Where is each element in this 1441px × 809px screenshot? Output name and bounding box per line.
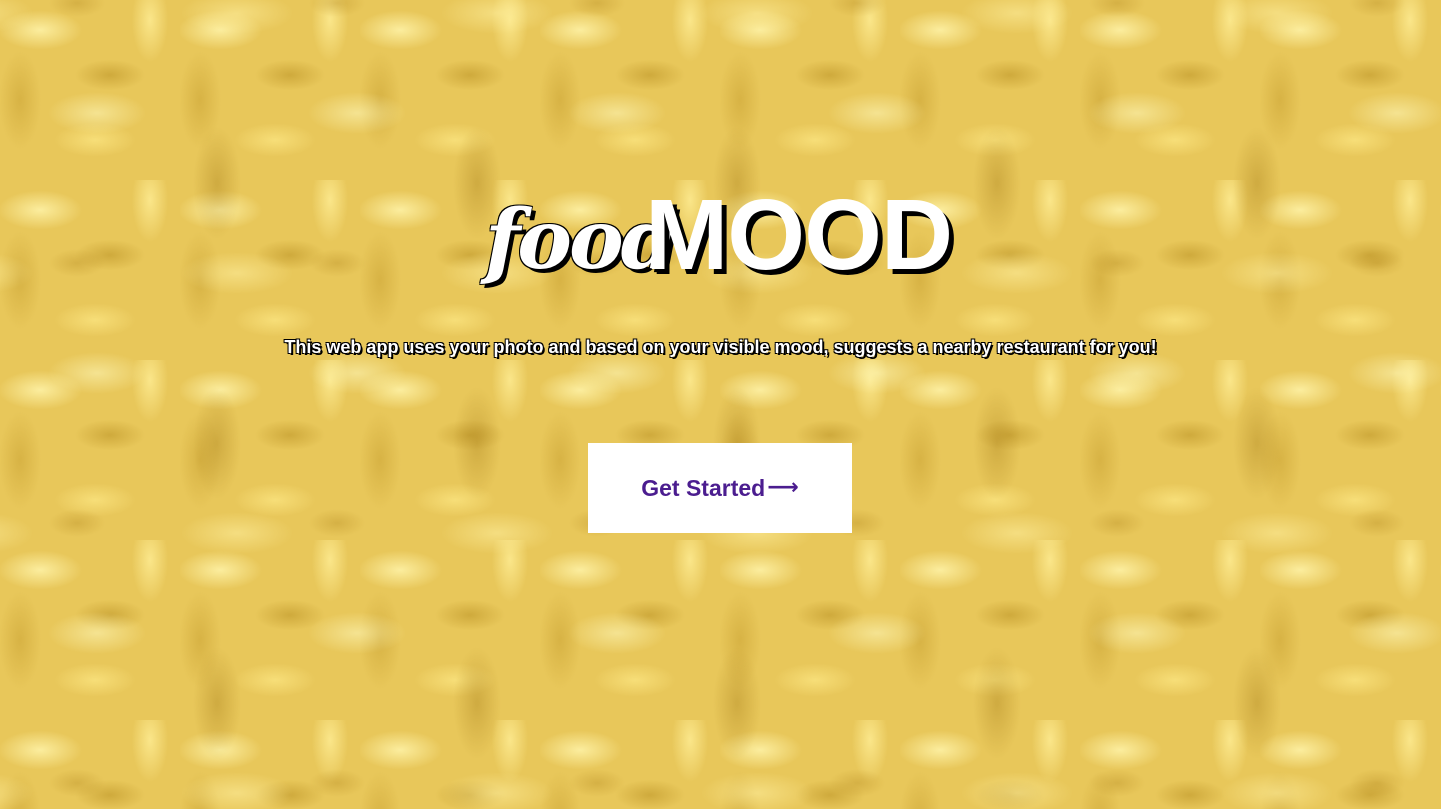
get-started-label: Get Started: [641, 474, 766, 501]
hero-background-image: [0, 0, 1441, 809]
arrow-right-icon: ⟶: [767, 475, 799, 500]
tagline: This web app uses your photo and based o…: [284, 337, 1157, 357]
app-logo: food MOOD: [485, 185, 965, 300]
logo-bold-text: MOOD: [645, 179, 953, 291]
get-started-button[interactable]: Get Started ⟶: [588, 443, 852, 533]
pasta-texture-overlay: [0, 0, 1441, 809]
